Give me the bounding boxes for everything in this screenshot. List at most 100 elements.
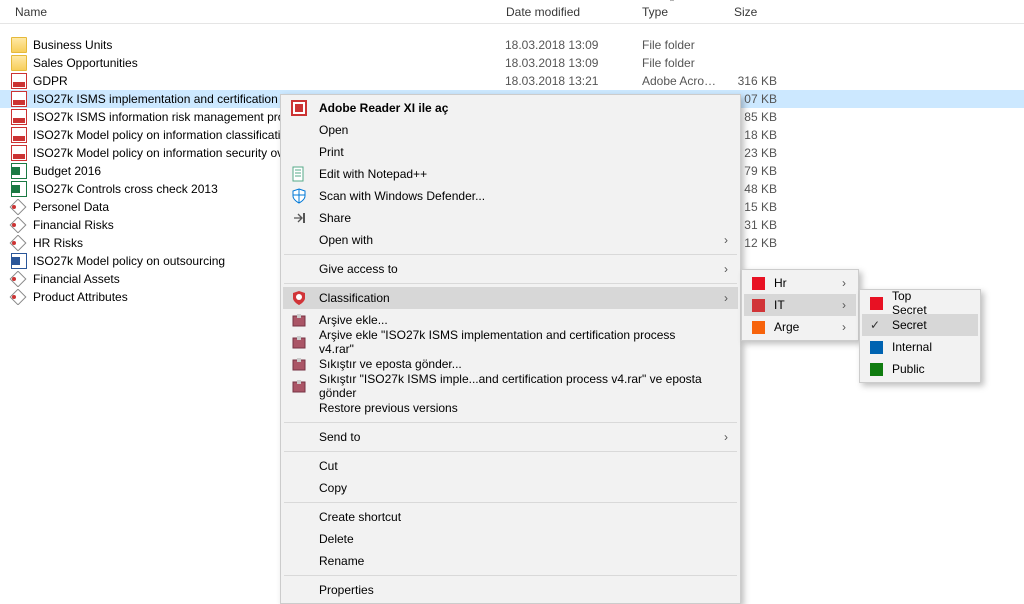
color-swatch-icon bbox=[870, 363, 883, 376]
submenu-arrow-icon: › bbox=[724, 262, 728, 276]
file-name: Business Units bbox=[33, 38, 112, 52]
submenu-arrow-icon: › bbox=[724, 291, 728, 305]
color-swatch-icon bbox=[870, 297, 883, 310]
file-name: Budget 2016 bbox=[33, 164, 101, 178]
menu-label: Cut bbox=[319, 459, 338, 473]
xlsx-icon bbox=[11, 181, 27, 197]
menu-separator bbox=[284, 254, 737, 255]
classification-hr[interactable]: Hr › bbox=[744, 272, 856, 294]
menu-label: Sıkıştır ve eposta gönder... bbox=[319, 357, 462, 371]
menu-label: Copy bbox=[319, 481, 347, 495]
file-row[interactable]: Sales Opportunities18.03.2018 13:09File … bbox=[0, 54, 1024, 72]
winrar-icon bbox=[291, 312, 307, 328]
menu-label: IT bbox=[774, 298, 785, 312]
menu-separator bbox=[284, 575, 737, 576]
it-internal[interactable]: Internal bbox=[862, 336, 978, 358]
file-date: 18.03.2018 13:09 bbox=[489, 38, 626, 52]
column-header-name[interactable]: Name bbox=[0, 0, 489, 23]
winrar-icon bbox=[291, 378, 307, 394]
menu-label: Arşive ekle "ISO27k ISMS implementation … bbox=[319, 328, 708, 356]
column-header-size[interactable]: Size bbox=[718, 0, 783, 23]
menu-open-default[interactable]: Adobe Reader XI ile aç bbox=[283, 97, 738, 119]
menu-label: Rename bbox=[319, 554, 364, 568]
menu-archive-named[interactable]: Arşive ekle "ISO27k ISMS implementation … bbox=[283, 331, 738, 353]
it-topsecret[interactable]: Top Secret bbox=[862, 292, 978, 314]
classification-it[interactable]: IT › bbox=[744, 294, 856, 316]
menu-label: Sıkıştır "ISO27k ISMS imple...and certif… bbox=[319, 372, 708, 400]
menu-classification[interactable]: Classification › bbox=[283, 287, 738, 309]
menu-separator bbox=[284, 422, 737, 423]
it-secret[interactable]: ✓Secret bbox=[862, 314, 978, 336]
file-date: 18.03.2018 13:21 bbox=[489, 74, 626, 88]
menu-label: Share bbox=[319, 211, 351, 225]
folder-icon bbox=[11, 37, 27, 53]
pdf-icon bbox=[11, 91, 27, 107]
classification-icon bbox=[291, 290, 307, 306]
menu-rename[interactable]: Rename bbox=[283, 550, 738, 572]
column-header-type[interactable]: Type⌃ bbox=[626, 0, 718, 23]
file-type: File folder bbox=[626, 38, 718, 52]
file-row[interactable]: GDPR18.03.2018 13:21Adobe Acrobat D...31… bbox=[0, 72, 1024, 90]
file-row[interactable]: Business Units 18.03.2018 13:09File folde… bbox=[0, 36, 1024, 54]
menu-restore-previous[interactable]: Restore previous versions bbox=[283, 397, 738, 419]
docx-icon bbox=[11, 253, 27, 269]
tag-icon bbox=[11, 217, 27, 233]
menu-label: Hr bbox=[774, 276, 787, 290]
menu-cut[interactable]: Cut bbox=[283, 455, 738, 477]
color-swatch-icon bbox=[870, 341, 883, 354]
xlsx-icon bbox=[11, 163, 27, 179]
menu-label: Internal bbox=[892, 340, 932, 354]
tag-icon bbox=[11, 235, 27, 251]
file-name: Product Attributes bbox=[33, 290, 128, 304]
menu-open-with[interactable]: Open with› bbox=[283, 229, 738, 251]
context-menu: Adobe Reader XI ile aç Open Print Edit w… bbox=[280, 94, 741, 604]
menu-separator bbox=[284, 283, 737, 284]
menu-scan-defender[interactable]: Scan with Windows Defender... bbox=[283, 185, 738, 207]
submenu-arrow-icon: › bbox=[842, 276, 846, 290]
submenu-arrow-icon: › bbox=[842, 320, 846, 334]
column-label: Size bbox=[734, 5, 757, 19]
menu-give-access-to[interactable]: Give access to › bbox=[283, 258, 738, 280]
menu-label: Send to bbox=[319, 430, 360, 444]
menu-share[interactable]: Share bbox=[283, 207, 738, 229]
menu-edit-notepadpp[interactable]: Edit with Notepad++ bbox=[283, 163, 738, 185]
menu-label: Properties bbox=[319, 583, 374, 597]
menu-print[interactable]: Print bbox=[283, 141, 738, 163]
file-name: ISO27k Model policy on information class… bbox=[33, 128, 294, 142]
file-size: 316 KB bbox=[718, 74, 783, 88]
file-name: ISO27k Model policy on information secur… bbox=[33, 146, 306, 160]
pdf-icon bbox=[11, 145, 27, 161]
winrar-icon bbox=[291, 356, 307, 372]
menu-label: Create shortcut bbox=[319, 510, 401, 524]
column-header-date[interactable]: Date modified bbox=[489, 0, 626, 23]
menu-label: Adobe Reader XI ile aç bbox=[319, 101, 448, 115]
submenu-arrow-icon: › bbox=[842, 298, 846, 312]
menu-compress-named-email[interactable]: Sıkıştır "ISO27k ISMS imple...and certif… bbox=[283, 375, 738, 397]
it-submenu: Top Secret ✓Secret Internal Public bbox=[859, 289, 981, 383]
menu-properties[interactable]: Properties bbox=[283, 579, 738, 601]
menu-label: Delete bbox=[319, 532, 354, 546]
menu-label: Classification bbox=[319, 291, 390, 305]
sort-indicator-icon: ⌃ bbox=[669, 0, 676, 7]
file-name: HR Risks bbox=[33, 236, 83, 250]
menu-copy[interactable]: Copy bbox=[283, 477, 738, 499]
menu-open[interactable]: Open bbox=[283, 119, 738, 141]
share-icon bbox=[291, 210, 307, 226]
menu-create-shortcut[interactable]: Create shortcut bbox=[283, 506, 738, 528]
tag-icon bbox=[11, 199, 27, 215]
file-name: Financial Risks bbox=[33, 218, 114, 232]
menu-label: Restore previous versions bbox=[319, 401, 458, 415]
tag-icon bbox=[11, 271, 27, 287]
classification-arge[interactable]: Arge› bbox=[744, 316, 856, 338]
it-public[interactable]: Public bbox=[862, 358, 978, 380]
menu-label: Public bbox=[892, 362, 925, 376]
column-label: Name bbox=[15, 5, 47, 19]
menu-label: Secret bbox=[892, 318, 927, 332]
menu-label: Give access to bbox=[319, 262, 398, 276]
folder-icon bbox=[11, 55, 27, 71]
file-date: 18.03.2018 13:09 bbox=[489, 56, 626, 70]
menu-send-to[interactable]: Send to › bbox=[283, 426, 738, 448]
file-name: Financial Assets bbox=[33, 272, 120, 286]
menu-delete[interactable]: Delete bbox=[283, 528, 738, 550]
submenu-arrow-icon: › bbox=[724, 430, 728, 444]
